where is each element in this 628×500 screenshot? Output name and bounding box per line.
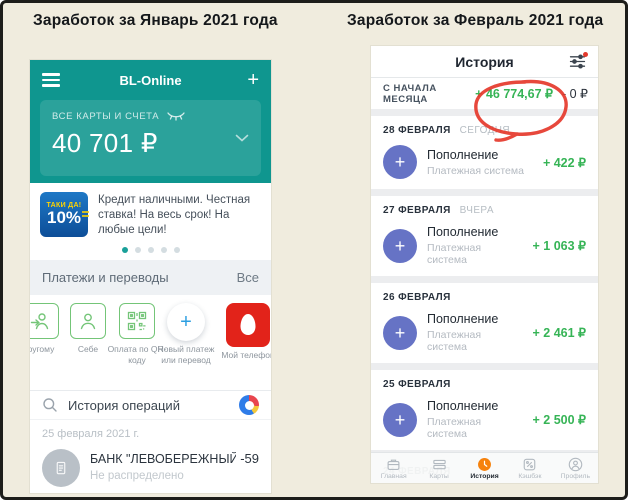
history-transaction[interactable]: + Пополнение Платежная система + 2 500 ₽ [383, 399, 586, 440]
bl-online-home-screenshot: BL-Online + ВСЕ КАРТЫ И СЧЕТА 40 701 ₽ Т… [30, 60, 271, 493]
briefcase-icon [387, 459, 400, 470]
transaction-subtitle: Не распределено [90, 470, 184, 482]
menu-icon[interactable] [42, 73, 62, 87]
history-transaction[interactable]: + Пополнение Платежная система + 1 063 ₽ [383, 225, 586, 266]
eye-closed-icon[interactable] [167, 112, 185, 121]
promo-banner[interactable]: ТАКИ ДА! 10% Кредит наличными. Честная с… [30, 183, 271, 260]
tab-label: Карты [429, 472, 449, 480]
balance-label: ВСЕ КАРТЫ И СЧЕТА [52, 111, 160, 122]
egg-icon [226, 303, 270, 347]
balance-card[interactable]: ВСЕ КАРТЫ И СЧЕТА 40 701 ₽ [40, 100, 261, 176]
summary-expense: - 0 ₽ [561, 87, 588, 101]
transaction-title: Пополнение [427, 147, 499, 162]
payment-item-new-payment[interactable]: + Новый платеж или перевод [154, 303, 218, 365]
transaction-amount: -59 [240, 451, 259, 466]
history-list: 28 ФЕВРАЛЯ СЕГОДНЯ + Пополнение Платежная… [371, 116, 598, 483]
tab-profile[interactable]: Профиль [553, 457, 598, 480]
tab-label: Кэшбэк [518, 472, 542, 480]
payment-item-label: Себе [77, 344, 99, 354]
transaction-title: Пополнение [427, 225, 499, 239]
history-search-row[interactable]: История операций [30, 390, 271, 420]
person-icon [70, 303, 106, 339]
transaction-row[interactable]: БАНК "ЛЕВОБЕРЕЖНЫЙ" (П -59 Не распределе… [30, 443, 271, 493]
history-day-card: 26 ФЕВРАЛЯ + Пополнение Платежная систем… [371, 283, 598, 363]
transaction-title: Пополнение [427, 399, 499, 413]
history-transaction[interactable]: + Пополнение Платежная система + 422 ₽ [383, 145, 586, 179]
profile-icon [568, 457, 583, 471]
history-title: История [455, 53, 514, 70]
history-date-label: 25 февраля 2021 г. [30, 420, 271, 443]
tab-label: Профиль [560, 472, 590, 480]
notification-dot [583, 52, 588, 57]
plus-circle-icon: + [167, 303, 205, 341]
document-icon [42, 449, 80, 487]
filter-icon[interactable] [569, 52, 588, 74]
payments-title: Платежи и переводы [42, 270, 169, 285]
promo-badge-percent: 10% [46, 208, 90, 228]
history-transaction[interactable]: + Пополнение Платежная система + 2 461 ₽ [383, 312, 586, 353]
app-header: BL-Online + ВСЕ КАРТЫ И СЧЕТА 40 701 ₽ [30, 60, 271, 183]
summary-income: + 46 774,67 ₽ [475, 87, 553, 101]
tab-label: История [470, 472, 499, 480]
tab-home[interactable]: Главная [371, 457, 416, 480]
history-day-card: 28 ФЕВРАЛЯ СЕГОДНЯ + Пополнение Платежная… [371, 116, 598, 189]
day-date: 25 ФЕВРАЛЯ [383, 379, 451, 390]
app-title: BL-Online [119, 72, 182, 88]
tab-cashback[interactable]: Кэшбэк [507, 457, 552, 480]
payment-shortcuts-row: ругому Себе Оплата по QR-коду + Новый пл… [30, 295, 271, 390]
topup-plus-icon: + [383, 228, 417, 263]
caption-february: Заработок за Февраль 2021 года [347, 12, 604, 29]
tab-cards[interactable]: Карты [416, 457, 461, 480]
payments-all-link[interactable]: Все [237, 270, 259, 285]
history-search-label: История операций [68, 397, 180, 413]
payment-item-label: Новый платеж или перевод [157, 344, 215, 365]
day-tag: ВЧЕРА [459, 205, 494, 216]
history-screenshot: История С НАЧАЛА МЕСЯЦА + 46 774,67 ₽ - … [371, 46, 598, 483]
history-day-card: 27 ФЕВРАЛЯ ВЧЕРА + Пополнение Платежная с… [371, 196, 598, 276]
cards-icon [432, 459, 446, 469]
history-day-card: 25 ФЕВРАЛЯ + Пополнение Платежная систем… [371, 370, 598, 450]
balance-amount: 40 701 ₽ [52, 128, 158, 158]
clock-icon [478, 457, 491, 471]
month-summary-row: С НАЧАЛА МЕСЯЦА + 46 774,67 ₽ - 0 ₽ [371, 78, 598, 109]
analytics-donut-icon[interactable] [239, 395, 259, 415]
transaction-subtitle: Платежная система [427, 329, 482, 353]
person-arrow-icon [30, 303, 59, 339]
transaction-title: БАНК "ЛЕВОБЕРЕЖНЫЙ" (П [90, 452, 237, 466]
bottom-tab-bar: Главная Карты История Кэшбэк Профиль [371, 452, 598, 483]
promo-badge: ТАКИ ДА! 10% [40, 192, 90, 237]
tab-history[interactable]: История [462, 457, 507, 480]
promo-text: Кредит наличными. Честная ставка! На вес… [98, 194, 251, 237]
add-icon[interactable]: + [239, 70, 259, 90]
day-date: 26 ФЕВРАЛЯ [383, 292, 451, 303]
history-header: История [371, 46, 598, 78]
payment-item-label: ругому [30, 344, 55, 354]
transaction-subtitle: Платежная система [427, 242, 482, 266]
tab-label: Главная [380, 472, 407, 480]
topup-plus-icon: + [383, 145, 417, 179]
payment-item-label: Мой телефон [221, 350, 271, 360]
transaction-amount: + 1 063 ₽ [532, 239, 586, 253]
transaction-amount: + 2 461 ₽ [532, 326, 586, 340]
transaction-amount: + 422 ₽ [542, 155, 586, 170]
topup-plus-icon: + [383, 402, 417, 437]
day-date: 27 ФЕВРАЛЯ [383, 205, 451, 216]
comparison-collage: Заработок за Январь 2021 года Заработок … [0, 0, 628, 500]
day-date: 28 ФЕВРАЛЯ [383, 125, 451, 136]
percent-icon [524, 458, 536, 470]
carousel-dots[interactable] [30, 247, 271, 253]
transaction-subtitle: Платежная система [427, 164, 524, 177]
caption-january: Заработок за Январь 2021 года [33, 12, 278, 29]
search-icon [43, 398, 57, 412]
qr-icon [119, 303, 155, 339]
transaction-subtitle: Платежная система [427, 416, 482, 440]
transaction-title: Пополнение [427, 312, 499, 326]
chevron-down-icon[interactable] [235, 134, 249, 142]
summary-label: С НАЧАЛА МЕСЯЦА [383, 82, 437, 105]
transaction-amount: + 2 500 ₽ [532, 413, 586, 427]
day-tag: СЕГОДНЯ [459, 125, 510, 136]
topup-plus-icon: + [383, 315, 417, 350]
payment-item-my-phone[interactable]: Мой телефон [218, 303, 271, 361]
payments-section-header: Платежи и переводы Все [30, 260, 271, 295]
